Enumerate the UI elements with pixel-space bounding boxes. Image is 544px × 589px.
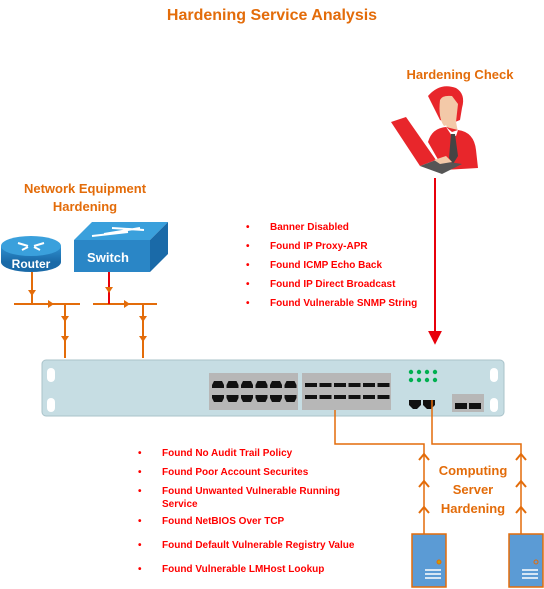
sfp-port xyxy=(319,383,332,387)
status-led xyxy=(408,369,414,375)
rj45-port xyxy=(226,381,239,388)
server-icon xyxy=(508,533,544,588)
status-led xyxy=(432,369,438,375)
switch-connector-arrows xyxy=(105,287,147,342)
router-connector xyxy=(14,272,80,358)
server-icon xyxy=(411,533,447,588)
finding-item: Found Vulnerable SNMP String xyxy=(246,298,476,317)
finding-item: Found NetBIOS Over TCP xyxy=(138,515,378,528)
server-connector-arrows xyxy=(418,452,527,514)
finding-item: Found ICMP Echo Back xyxy=(246,260,476,279)
sfp-port xyxy=(305,383,317,387)
finding-item: Found Default Vulnerable Registry Value xyxy=(138,539,378,552)
rj45-port xyxy=(255,395,268,402)
finding-item: Banner Disabled xyxy=(246,222,476,241)
sfp-port xyxy=(334,395,346,399)
finding-item: Found IP Direct Broadcast xyxy=(246,279,476,298)
rj45-port xyxy=(212,381,224,388)
server-findings-list: Found No Audit Trail Policy Found Poor A… xyxy=(138,447,378,582)
rj45-port xyxy=(270,395,282,402)
sfp-port xyxy=(348,395,361,399)
rj45-port xyxy=(270,381,282,388)
status-led xyxy=(424,377,430,383)
switch-connector xyxy=(93,303,157,358)
status-led xyxy=(416,369,422,375)
status-led xyxy=(432,377,438,383)
person-with-laptop-icon xyxy=(391,86,478,174)
network-findings-list: Banner Disabled Found IP Proxy-APR Found… xyxy=(246,222,476,317)
sfp-port xyxy=(363,395,375,399)
rj45-port xyxy=(212,395,224,402)
rj45-port xyxy=(226,395,239,402)
sfp-port xyxy=(377,395,390,399)
sfp-port xyxy=(377,383,390,387)
status-led xyxy=(416,377,422,383)
rj45-port xyxy=(284,381,297,388)
sfp-port xyxy=(305,395,317,399)
finding-item: Found Unwanted Vulnerable Running Servic… xyxy=(138,485,362,511)
rj45-port xyxy=(241,381,253,388)
status-led xyxy=(408,377,414,383)
finding-item: Found No Audit Trail Policy xyxy=(138,447,378,460)
finding-item: Found Vulnerable LMHost Lookup xyxy=(138,563,378,576)
rj45-port xyxy=(255,381,268,388)
sfp-port xyxy=(334,383,346,387)
status-led xyxy=(424,369,430,375)
sfp-port xyxy=(363,383,375,387)
sfp-port xyxy=(348,383,361,387)
finding-item: Found IP Proxy-APR xyxy=(246,241,476,260)
finding-item: Found Poor Account Securites xyxy=(138,466,378,479)
rj45-port xyxy=(284,395,297,402)
router-label: Router xyxy=(12,257,51,271)
rj45-port xyxy=(241,395,253,402)
sfp-port xyxy=(319,395,332,399)
router-connector-arrows xyxy=(28,290,69,342)
switch-label: Switch xyxy=(87,250,129,265)
